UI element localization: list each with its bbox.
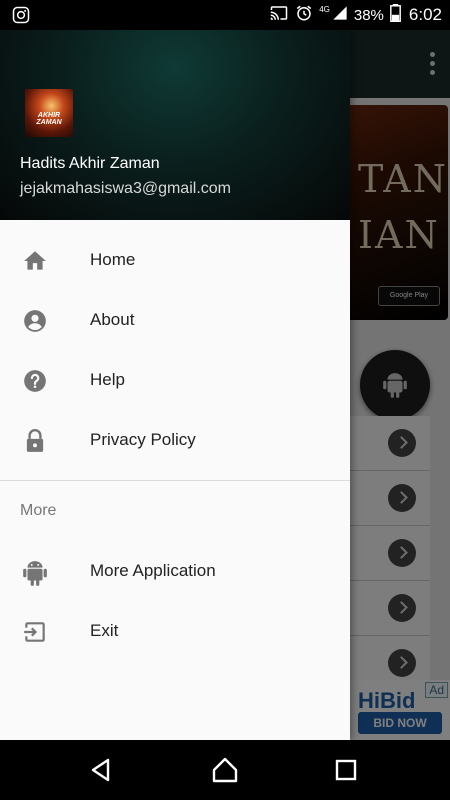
help-icon (22, 368, 48, 394)
battery-icon (390, 4, 401, 26)
drawer-divider (0, 480, 350, 481)
app-logo: AKHIR ZAMAN (25, 89, 73, 137)
drawer-item-label: Privacy Policy (90, 430, 196, 449)
account-circle-icon (22, 308, 48, 334)
drawer-item-more-application[interactable]: More Application (0, 541, 350, 601)
network-type-label: 4G (319, 4, 330, 14)
status-bar: 4G 38% 6:02 (0, 0, 450, 30)
drawer-header: AKHIR ZAMAN Hadits Akhir Zaman jejakmaha… (0, 30, 350, 220)
drawer-item-about[interactable]: About (0, 290, 350, 350)
drawer-item-help[interactable]: Help (0, 350, 350, 410)
cast-icon (269, 4, 289, 26)
drawer-item-label: About (90, 310, 135, 329)
alarm-icon (295, 4, 313, 26)
drawer-item-label: Exit (90, 621, 119, 640)
recents-icon[interactable] (331, 755, 361, 785)
back-icon[interactable] (86, 755, 116, 785)
account-name: Hadits Akhir Zaman (20, 155, 160, 172)
drawer-section-title: More (20, 502, 57, 519)
system-navigation-bar (0, 740, 450, 800)
battery-percent: 38% (353, 6, 384, 24)
drawer-item-label: Help (90, 370, 125, 389)
clock: 6:02 (408, 5, 442, 24)
home-nav-icon[interactable] (210, 755, 240, 785)
drawer-item-label: More Application (90, 561, 216, 580)
instagram-icon (12, 6, 30, 29)
app-logo-text: AKHIR ZAMAN (36, 112, 62, 126)
drawer-item-privacy-policy[interactable]: Privacy Policy (0, 410, 350, 470)
lock-icon (22, 428, 48, 454)
home-icon (22, 248, 48, 274)
navigation-drawer: AKHIR ZAMAN Hadits Akhir Zaman jejakmaha… (0, 30, 350, 740)
drawer-item-label: Home (90, 250, 136, 269)
exit-icon (22, 619, 48, 645)
android-icon (22, 559, 48, 586)
drawer-item-exit[interactable]: Exit (0, 601, 350, 661)
drawer-item-home[interactable]: Home (0, 230, 350, 290)
account-email: jejakmahasiswa3@gmail.com (20, 180, 231, 197)
signal-icon (332, 5, 348, 25)
